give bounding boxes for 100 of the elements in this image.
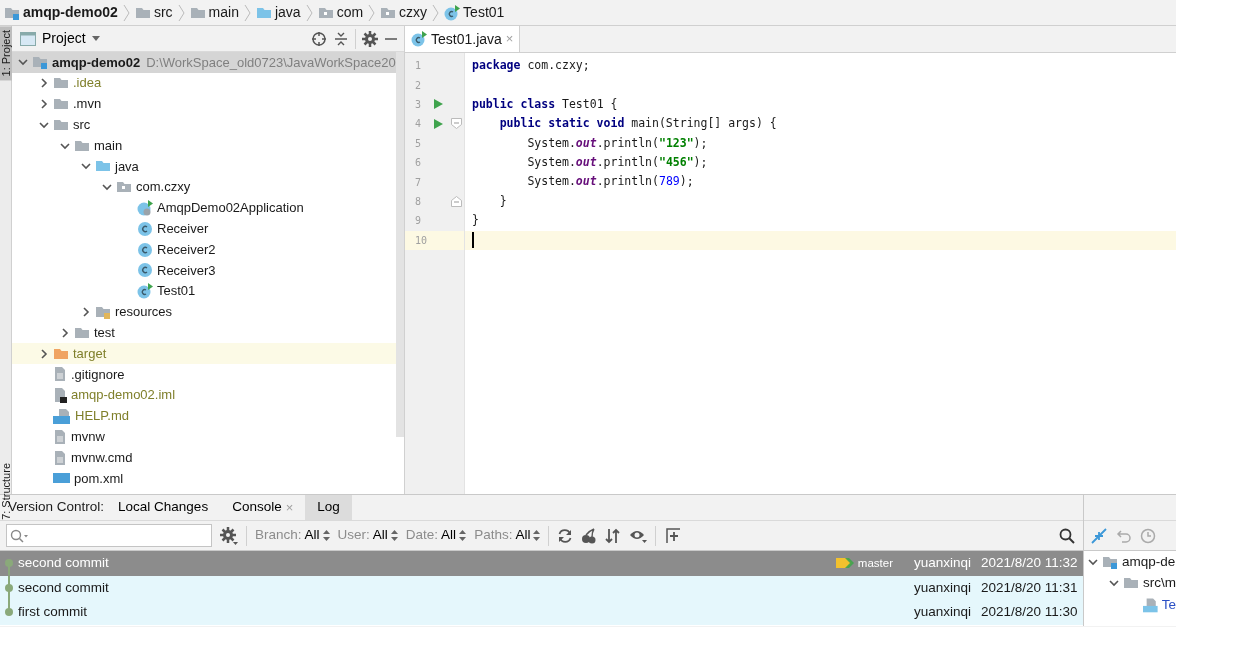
tree-item[interactable]: Test01: [12, 280, 396, 302]
code-line: }: [472, 212, 479, 230]
editor-tab[interactable]: Test01.java ×: [405, 26, 521, 52]
run-icon[interactable]: [433, 117, 444, 130]
line-number: 8: [414, 194, 423, 209]
tree-item[interactable]: src\m: [1084, 572, 1176, 594]
filter-dropdown[interactable]: User: All: [337, 525, 398, 546]
sort-icon[interactable]: [605, 527, 622, 544]
text-caret: [472, 232, 474, 249]
panel-tab[interactable]: Console ×: [220, 495, 306, 520]
text-file-icon: [53, 366, 67, 383]
breadcrumb-item[interactable]: java: [253, 2, 303, 23]
sort-arrows-icon: [459, 530, 467, 541]
refresh-icon[interactable]: [557, 527, 574, 544]
tree-item[interactable]: Receiver2: [12, 239, 396, 260]
panel-tab[interactable]: Local Changes: [106, 495, 221, 520]
project-view-dropdown[interactable]: Project: [20, 28, 100, 49]
runnable-class-icon: [444, 4, 461, 21]
scrollbar[interactable]: [396, 52, 404, 437]
code-line: package com.czxy;: [472, 57, 590, 75]
code-line: System.out.println(789);: [526, 173, 694, 191]
breadcrumb-item[interactable]: src: [132, 2, 175, 23]
line-number: 6: [414, 156, 423, 171]
text-file-icon: [53, 449, 67, 466]
commit-dot-icon: [5, 608, 13, 617]
caret-icon: [91, 36, 100, 41]
breadcrumb-separator-icon: [432, 3, 440, 22]
breadcrumb-separator-icon: [243, 3, 251, 22]
commit-author: yuanxinqi: [912, 578, 971, 597]
commit-author: yuanxinqi: [912, 554, 971, 573]
spring-class-icon: [137, 199, 153, 216]
panel-title: Version Control:: [8, 499, 105, 515]
panel-tab[interactable]: Log: [305, 495, 352, 520]
line-number: 2: [414, 78, 423, 93]
commit-dot-icon: [5, 583, 13, 592]
folder-icon: [53, 96, 69, 112]
settings-icon[interactable]: [220, 526, 238, 545]
module-path: D:\WorkSpace_old0723\JavaWorkSpace20: [146, 53, 396, 72]
breadcrumb-item[interactable]: czxy: [378, 2, 430, 23]
locate-icon[interactable]: [311, 30, 327, 47]
tree-item[interactable]: resources: [12, 301, 396, 323]
commit-date: 2021/8/20 11:32: [981, 554, 1079, 573]
tree-item[interactable]: amqp-de: [1084, 551, 1176, 573]
tree-item[interactable]: amqp-demo02.iml: [12, 384, 396, 406]
tree-item[interactable]: src: [12, 114, 396, 136]
commit-message: first commit: [18, 603, 87, 622]
breadcrumb-item[interactable]: com: [315, 2, 366, 23]
search-icon: [10, 528, 28, 543]
cherry-icon[interactable]: [581, 527, 598, 544]
tree-item[interactable]: Te: [1084, 594, 1176, 616]
settings-icon[interactable]: [362, 30, 378, 47]
commit-date: 2021/8/20 11:31: [981, 578, 1079, 597]
breadcrumb-separator-icon: [368, 3, 376, 22]
runnable-class-icon: [411, 31, 427, 47]
collapse-arrows-icon[interactable]: [1090, 526, 1108, 545]
breadcrumb-item[interactable]: main: [187, 2, 241, 23]
text-file-icon: [53, 428, 67, 445]
run-icon[interactable]: [433, 98, 444, 111]
tree-item[interactable]: .gitignore: [12, 363, 396, 385]
commit-message: second commit: [18, 554, 109, 573]
breadcrumb-item[interactable]: Test01: [442, 2, 507, 23]
tree-item[interactable]: .mvn: [12, 93, 396, 115]
search-icon[interactable]: [1059, 527, 1075, 544]
commit-date: 2021/8/20 11:30: [981, 603, 1079, 622]
runnable-class-icon: [137, 283, 153, 300]
tree-item[interactable]: mvnw: [12, 426, 396, 448]
breadcrumb-separator-icon: [177, 3, 185, 22]
tree-item[interactable]: .idea: [12, 72, 396, 94]
tool-window-tab[interactable]: 1: Project: [0, 26, 12, 81]
tree-item[interactable]: test: [12, 322, 396, 344]
tree-item[interactable]: HELP.md: [12, 405, 396, 427]
add-panel-icon[interactable]: [664, 526, 683, 545]
tree-item[interactable]: Receiver3: [12, 259, 396, 281]
tree-item[interactable]: main: [12, 135, 396, 156]
tree-item[interactable]: AmqpDemo02Application: [12, 197, 396, 219]
commit-dot-icon: [5, 559, 13, 568]
tree-item[interactable]: target: [12, 343, 396, 364]
line-number: 1: [414, 59, 423, 74]
code-line: System.out.println("123");: [526, 134, 708, 152]
search-field[interactable]: [6, 524, 212, 547]
tree-item[interactable]: mvnw.cmd: [12, 447, 396, 468]
filter-dropdown[interactable]: Branch: All: [255, 525, 330, 546]
tree-item[interactable]: pom.xml: [12, 467, 396, 489]
tree-item[interactable]: java: [12, 156, 396, 177]
code-line: public static void main(String[] args) {: [498, 115, 777, 133]
line-number: 5: [414, 136, 423, 151]
breadcrumb-item[interactable]: amqp-demo02: [2, 2, 120, 23]
module-folder-icon: [32, 54, 48, 71]
sort-arrows-icon: [533, 530, 541, 541]
tree-item[interactable]: Receiver: [12, 218, 396, 240]
breadcrumb-separator-icon: [305, 3, 313, 22]
tree-item[interactable]: com.czxy: [12, 176, 396, 198]
line-number: 9: [414, 214, 423, 229]
filter-dropdown[interactable]: Date: All: [405, 525, 467, 546]
collapse-all-icon[interactable]: [333, 30, 349, 47]
filter-dropdown[interactable]: Paths: All: [474, 525, 541, 546]
commit-row[interactable]: second commit yuanxinqi 2021/8/20 11:31: [0, 575, 1083, 600]
java-file-icon: [1143, 596, 1158, 613]
tree-item[interactable]: amqp-demo02 D:\WorkSpace_old0723\JavaWorkSpace20: [12, 52, 396, 73]
commit-row[interactable]: first commit yuanxinqi 2021/8/20 11:30: [0, 600, 1083, 625]
